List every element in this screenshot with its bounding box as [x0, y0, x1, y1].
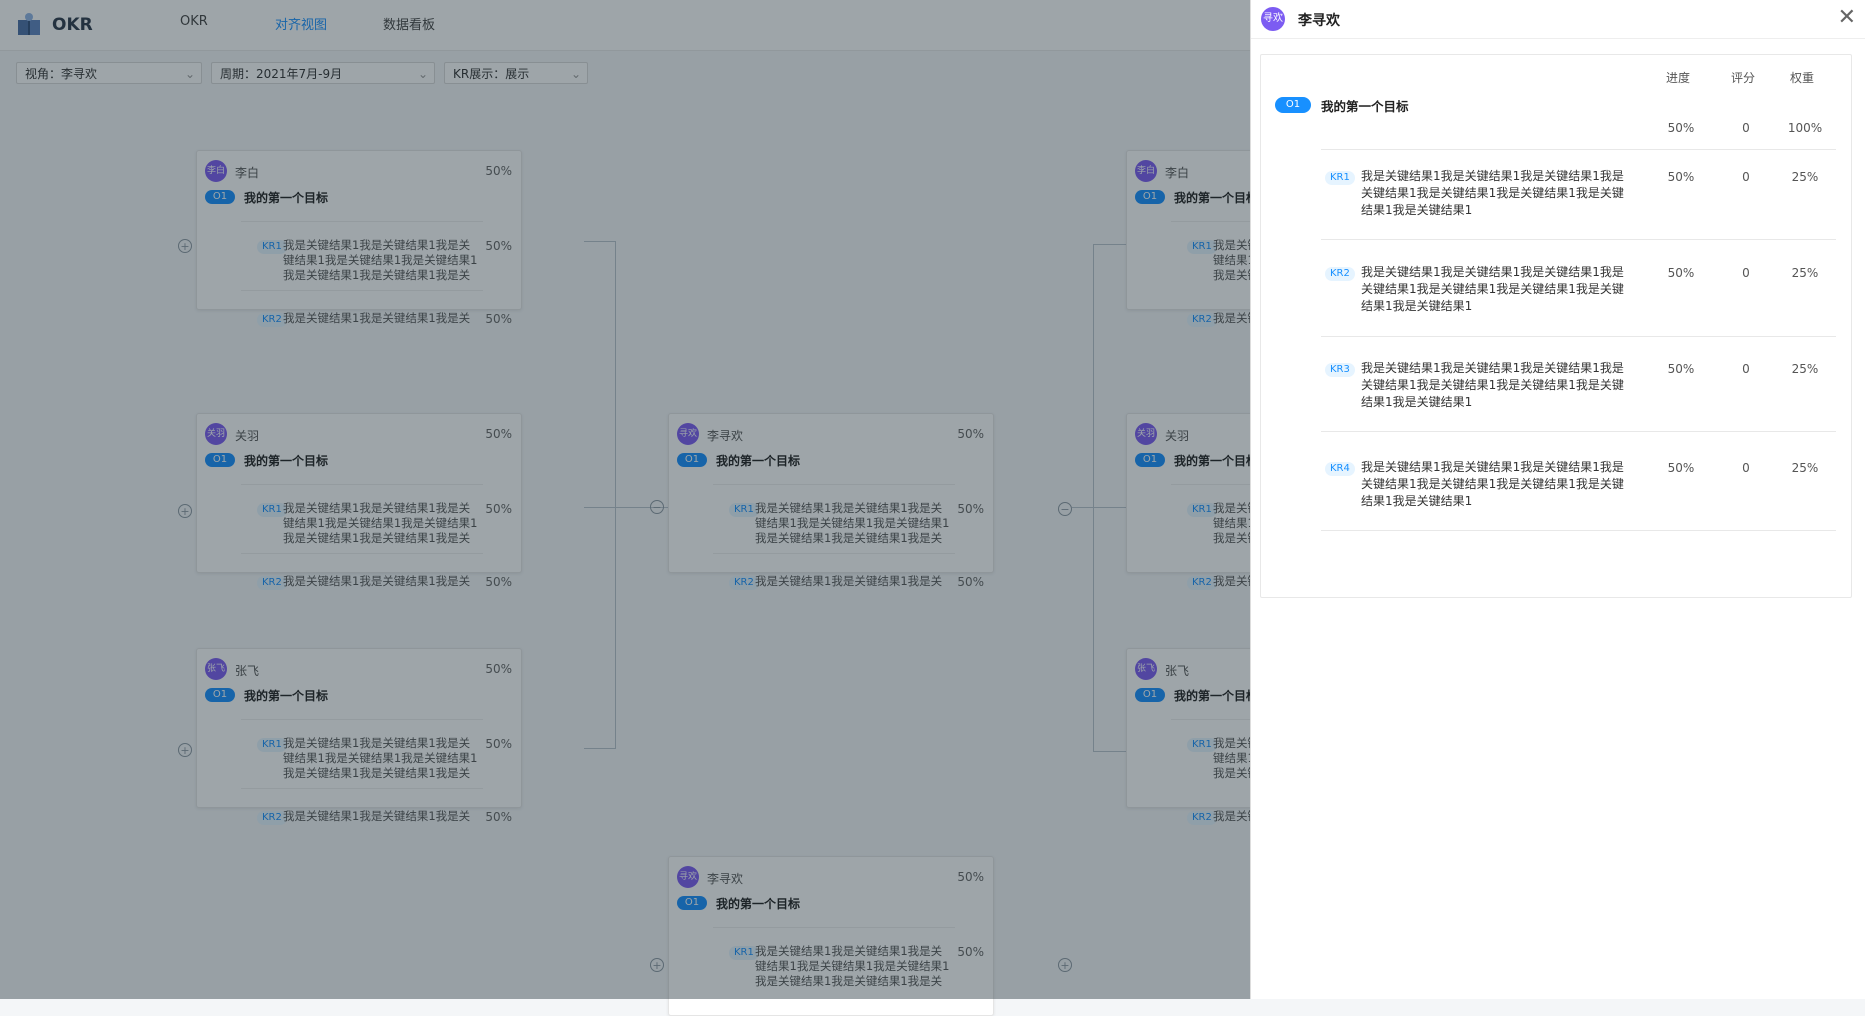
kr-weight: 25%	[1791, 266, 1819, 280]
avatar: 寻欢	[1261, 7, 1285, 31]
kr-weight: 25%	[1791, 170, 1819, 184]
drawer-header: 寻欢 李寻欢 ✕	[1251, 0, 1865, 39]
kr-progress: 50%	[1667, 461, 1695, 475]
kr-progress: 50%	[1667, 266, 1695, 280]
divider	[1321, 530, 1836, 531]
kr-weight: 25%	[1791, 362, 1819, 376]
column-progress: 进度	[1666, 71, 1691, 85]
kr-text[interactable]: 我是关键结果1我是关键结果1我是关键结果1我是关键结果1我是关键结果1我是关键结…	[1361, 168, 1631, 219]
kr-badge: KR2	[1325, 267, 1355, 281]
kr-weight: 25%	[1791, 461, 1819, 475]
drawer-title: 李寻欢	[1298, 13, 1340, 29]
kr-badge: KR4	[1325, 462, 1355, 476]
okr-detail-drawer: 寻欢 李寻欢 ✕ 进度 评分 权重 O1 我的第一个目标 50% 0 100% …	[1250, 0, 1865, 999]
divider	[1321, 149, 1836, 150]
kr-text[interactable]: 我是关键结果1我是关键结果1我是关键结果1我是关键结果1我是关键结果1我是关键结…	[1361, 459, 1631, 510]
column-score: 评分	[1731, 71, 1756, 85]
objective-weight: 100%	[1787, 121, 1823, 135]
divider	[1321, 239, 1836, 240]
kr-badge: KR1	[1325, 171, 1355, 185]
objective-score: 0	[1742, 121, 1750, 135]
column-weight: 权重	[1790, 71, 1815, 85]
kr-score: 0	[1742, 170, 1750, 184]
kr-progress: 50%	[1667, 362, 1695, 376]
objective-progress: 50%	[1667, 121, 1695, 135]
okr-detail-panel: 进度 评分 权重 O1 我的第一个目标 50% 0 100% KR1 我是关键结…	[1260, 54, 1852, 598]
okr-app: OKR OKR 对齐视图 数据看板 视角：李寻欢 ⌄ 周期：2021年7月-9月…	[0, 0, 1865, 1016]
objective-badge: O1	[1275, 97, 1311, 113]
kr-score: 0	[1742, 461, 1750, 475]
kr-score: 0	[1742, 266, 1750, 280]
objective-title[interactable]: 我的第一个目标	[1321, 96, 1409, 115]
kr-text[interactable]: 我是关键结果1我是关键结果1我是关键结果1我是关键结果1我是关键结果1我是关键结…	[1361, 264, 1631, 315]
divider	[1321, 336, 1836, 337]
close-icon[interactable]: ✕	[1838, 5, 1856, 30]
divider	[1321, 431, 1836, 432]
kr-badge: KR3	[1325, 363, 1355, 377]
kr-score: 0	[1742, 362, 1750, 376]
kr-progress: 50%	[1667, 170, 1695, 184]
kr-text[interactable]: 我是关键结果1我是关键结果1我是关键结果1我是关键结果1我是关键结果1我是关键结…	[1361, 360, 1631, 411]
